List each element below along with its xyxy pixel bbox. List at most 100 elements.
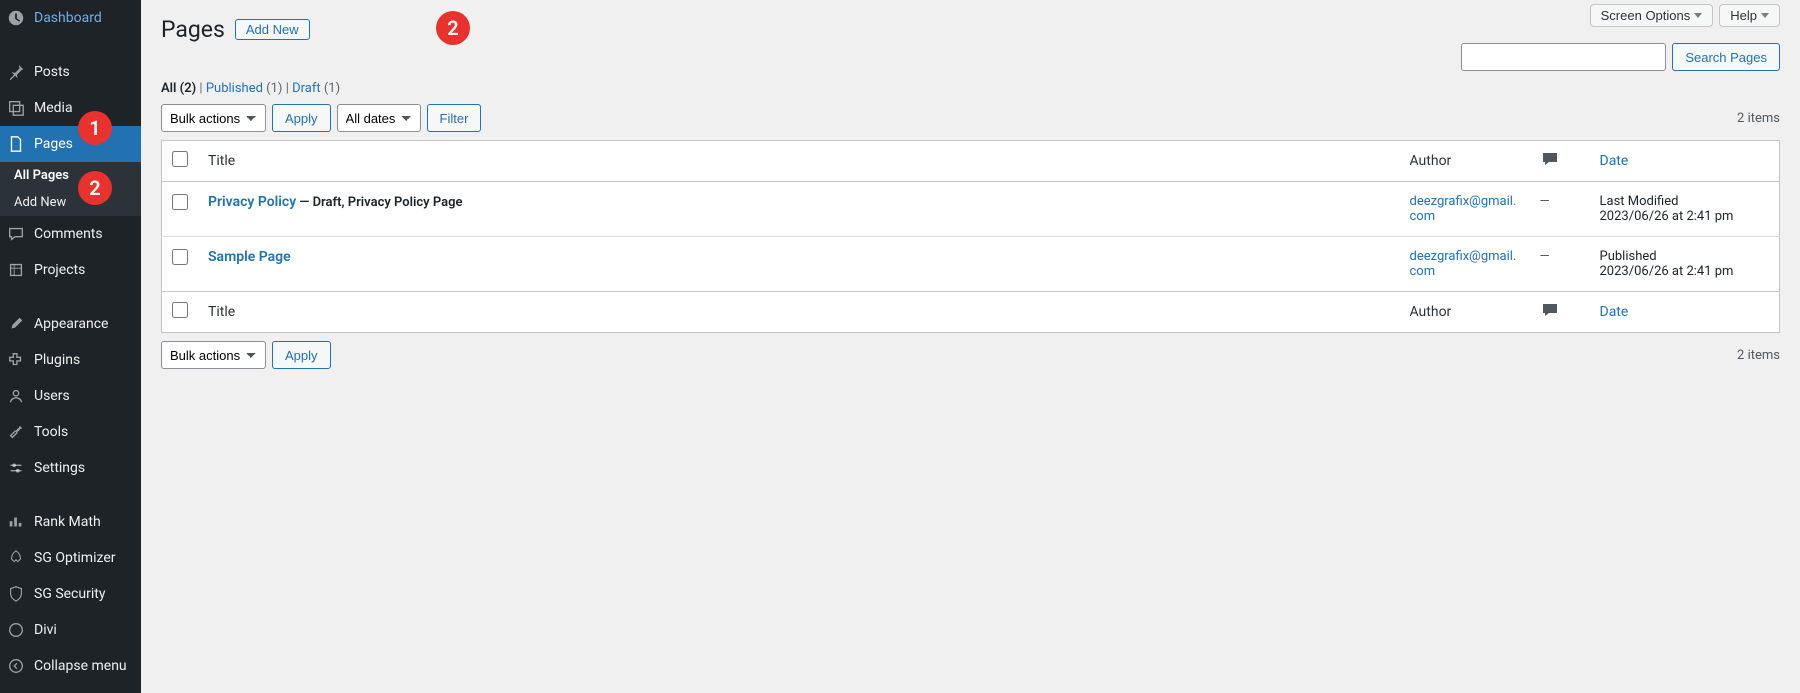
filter-published[interactable]: Published [206, 81, 263, 96]
sidebar-item-label: Projects [34, 262, 85, 278]
tablenav-top: Bulk actions Apply All dates Filter 2 it… [161, 104, 1780, 132]
media-icon [6, 98, 26, 118]
projects-icon [6, 260, 26, 280]
submenu-all-pages[interactable]: All Pages [0, 162, 141, 189]
sidebar-item-label: Media [34, 100, 73, 116]
sidebar-item-rankmath[interactable]: Rank Math [0, 504, 141, 540]
screen-meta-links: Screen Options Help [1590, 4, 1780, 27]
items-count-bottom: 2 items [1737, 348, 1780, 363]
screen-options-button[interactable]: Screen Options [1590, 4, 1714, 27]
settings-icon [6, 458, 26, 478]
filter-button[interactable]: Filter [427, 104, 482, 132]
main-content: 2 Screen Options Help Pages Add New Sear… [141, 0, 1800, 693]
comments-dash: — [1540, 194, 1550, 209]
plugin-icon [6, 350, 26, 370]
col-author-foot: Author [1400, 292, 1530, 333]
sidebar-item-label: Pages [34, 136, 73, 152]
pages-table: Title Author Date Privacy Policy — Draft… [161, 140, 1780, 333]
select-all-checkbox-bottom[interactable] [172, 302, 188, 318]
chevron-down-icon [1761, 13, 1769, 18]
col-date[interactable]: Date [1590, 141, 1780, 182]
help-label: Help [1730, 8, 1757, 23]
sidebar-item-label: Settings [34, 460, 85, 476]
sidebar-item-sgsecurity[interactable]: SG Security [0, 576, 141, 612]
select-all-checkbox[interactable] [172, 151, 188, 167]
screen-options-label: Screen Options [1601, 8, 1691, 23]
col-title[interactable]: Title [198, 141, 1400, 182]
divi-icon [6, 620, 26, 640]
status-filters: All (2) | Published (1) | Draft (1) [161, 81, 1780, 96]
sidebar-item-label: SG Security [34, 586, 105, 602]
sidebar-item-label: Rank Math [34, 514, 101, 530]
page-icon [6, 134, 26, 154]
filter-draft[interactable]: Draft [292, 81, 321, 96]
items-count: 2 items [1737, 111, 1780, 126]
col-comments[interactable] [1530, 141, 1590, 182]
add-new-button[interactable]: Add New [235, 19, 310, 40]
sidebar-item-label: Users [34, 388, 70, 404]
author-link[interactable]: deezgrafix@gmail.com [1410, 194, 1517, 224]
submenu-add-new[interactable]: Add New [0, 189, 141, 216]
sidebar-item-appearance[interactable]: Appearance [0, 306, 141, 342]
sidebar-item-label: SG Optimizer [34, 550, 115, 566]
sidebar-item-label: Dashboard [34, 10, 102, 26]
apply-button-bottom[interactable]: Apply [272, 341, 331, 369]
sidebar-item-dashboard[interactable]: Dashboard [0, 0, 141, 36]
pin-icon [6, 62, 26, 82]
rocket-icon [6, 548, 26, 568]
sidebar-item-projects[interactable]: Projects [0, 252, 141, 288]
date-label: Last Modified [1600, 194, 1770, 209]
date-value: 2023/06/26 at 2:41 pm [1600, 264, 1770, 279]
filter-all[interactable]: All (2) [161, 81, 196, 96]
search-pages-button[interactable]: Search Pages [1672, 43, 1780, 71]
sidebar-item-posts[interactable]: Posts [0, 54, 141, 90]
sidebar-item-label: Appearance [34, 316, 108, 332]
users-icon [6, 386, 26, 406]
date-value: 2023/06/26 at 2:41 pm [1600, 209, 1770, 224]
sidebar-item-comments[interactable]: Comments [0, 216, 141, 252]
sidebar-item-sgoptimizer[interactable]: SG Optimizer [0, 540, 141, 576]
sidebar-item-tools[interactable]: Tools [0, 414, 141, 450]
sidebar-item-plugins[interactable]: Plugins [0, 342, 141, 378]
date-filter-select[interactable]: All dates [337, 104, 421, 132]
dashboard-icon [6, 8, 26, 28]
tools-icon [6, 422, 26, 442]
shield-icon [6, 584, 26, 604]
col-date-foot[interactable]: Date [1590, 292, 1780, 333]
row-status-suffix: — Draft, Privacy Policy Page [296, 195, 462, 210]
collapse-icon [6, 656, 26, 676]
author-link[interactable]: deezgrafix@gmail.com [1410, 249, 1517, 279]
sidebar-item-media[interactable]: Media [0, 90, 141, 126]
row-checkbox[interactable] [172, 194, 188, 210]
admin-sidebar: Dashboard Posts Media Pages All Pages Ad… [0, 0, 141, 693]
bulk-actions-select[interactable]: Bulk actions [161, 104, 266, 132]
help-button[interactable]: Help [1719, 4, 1780, 27]
rankmath-icon [6, 512, 26, 532]
sidebar-item-label: Divi [34, 622, 57, 638]
row-checkbox[interactable] [172, 249, 188, 265]
col-comments-foot[interactable] [1530, 292, 1590, 333]
date-label: Published [1600, 249, 1770, 264]
pages-submenu: All Pages Add New [0, 162, 141, 216]
search-input[interactable] [1461, 43, 1666, 71]
sidebar-item-label: Posts [34, 64, 70, 80]
sidebar-item-collapse[interactable]: Collapse menu [0, 648, 141, 684]
bulk-actions-select-bottom[interactable]: Bulk actions [161, 341, 266, 369]
sidebar-item-label: Collapse menu [34, 658, 127, 674]
col-title-foot[interactable]: Title [198, 292, 1400, 333]
table-row: Privacy Policy — Draft, Privacy Policy P… [162, 182, 1780, 237]
sidebar-item-label: Plugins [34, 352, 80, 368]
sidebar-item-divi[interactable]: Divi [0, 612, 141, 648]
sidebar-item-settings[interactable]: Settings [0, 450, 141, 486]
apply-button[interactable]: Apply [272, 104, 331, 132]
tablenav-bottom: Bulk actions Apply 2 items [161, 341, 1780, 369]
comment-bubble-icon [1540, 149, 1560, 167]
sidebar-item-users[interactable]: Users [0, 378, 141, 414]
brush-icon [6, 314, 26, 334]
sidebar-item-label: Comments [34, 226, 103, 242]
comments-dash: — [1540, 249, 1550, 264]
chevron-down-icon [1694, 13, 1702, 18]
row-title-link[interactable]: Privacy Policy [208, 194, 296, 210]
row-title-link[interactable]: Sample Page [208, 249, 291, 265]
sidebar-item-pages[interactable]: Pages [0, 126, 141, 162]
